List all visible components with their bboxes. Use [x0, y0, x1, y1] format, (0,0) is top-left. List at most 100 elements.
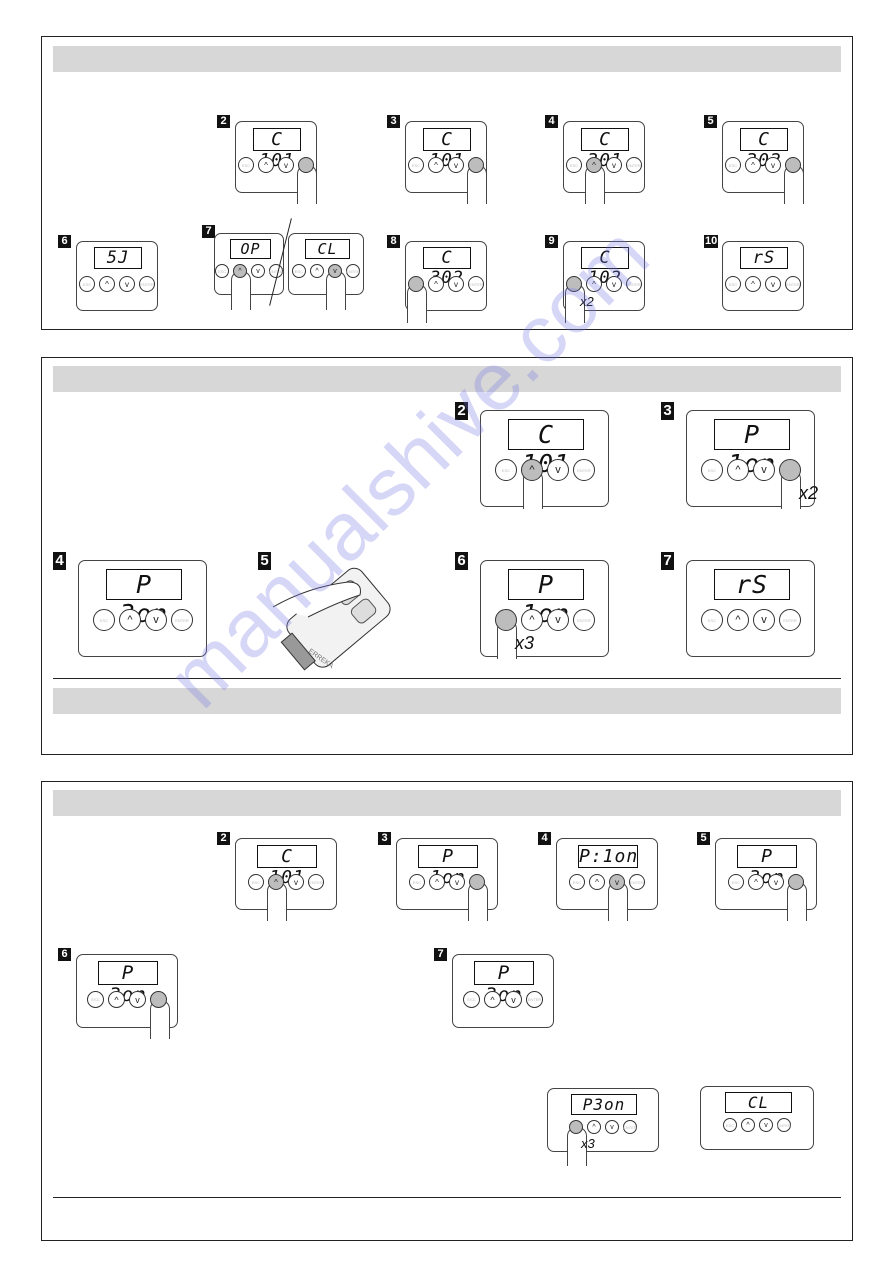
down-button[interactable]: v: [449, 874, 465, 890]
up-button[interactable]: ^: [589, 874, 605, 890]
esc-button[interactable]: ESC: [495, 609, 517, 631]
up-button[interactable]: ^: [428, 157, 444, 173]
enter-button[interactable]: ENTER: [629, 874, 645, 890]
up-button[interactable]: ^: [99, 276, 115, 292]
enter-button[interactable]: ENTER: [785, 157, 801, 173]
enter-button[interactable]: ENTER: [573, 609, 595, 631]
enter-button[interactable]: ENTER: [171, 609, 193, 631]
enter-button[interactable]: ENTER: [139, 276, 155, 292]
down-button[interactable]: v: [606, 157, 622, 173]
up-button[interactable]: ^: [587, 1120, 601, 1134]
up-button[interactable]: ^: [429, 874, 445, 890]
down-button[interactable]: v: [606, 276, 622, 292]
up-button[interactable]: ^: [521, 609, 543, 631]
enter-button[interactable]: ENTER: [346, 264, 360, 278]
button-row: ESC ^ v ENTER: [93, 609, 193, 631]
enter-button[interactable]: ENTER: [308, 874, 324, 890]
up-button[interactable]: ^: [745, 157, 761, 173]
enter-button[interactable]: ENTER: [788, 874, 804, 890]
up-button[interactable]: ^: [727, 459, 749, 481]
enter-button[interactable]: ENTER: [623, 1120, 637, 1134]
esc-button[interactable]: ESC: [495, 459, 517, 481]
lcd-display: CL: [725, 1092, 792, 1113]
up-button[interactable]: ^: [745, 276, 761, 292]
up-button[interactable]: ^: [428, 276, 444, 292]
esc-button[interactable]: ESC: [79, 276, 95, 292]
up-button[interactable]: ^: [233, 264, 247, 278]
section-3-divider: [53, 1197, 841, 1198]
esc-button[interactable]: ESC: [701, 609, 723, 631]
enter-button[interactable]: ENTER: [469, 874, 485, 890]
enter-button[interactable]: ENTER: [779, 609, 801, 631]
enter-button[interactable]: ENTER: [150, 991, 167, 1008]
enter-button[interactable]: ENTER: [777, 1118, 791, 1132]
up-button[interactable]: ^: [108, 991, 125, 1008]
down-button[interactable]: v: [609, 874, 625, 890]
down-button[interactable]: v: [288, 874, 304, 890]
down-button[interactable]: v: [129, 991, 146, 1008]
button-row: ESC ^ v ENTER: [723, 1118, 791, 1132]
down-button[interactable]: v: [768, 874, 784, 890]
esc-button[interactable]: ESC: [723, 1118, 737, 1132]
down-button[interactable]: v: [605, 1120, 619, 1134]
up-button[interactable]: ^: [586, 276, 602, 292]
enter-button[interactable]: ENTER: [626, 157, 642, 173]
esc-button[interactable]: ESC: [463, 991, 480, 1008]
down-button[interactable]: v: [278, 157, 294, 173]
esc-button[interactable]: ESC: [569, 1120, 583, 1134]
up-button[interactable]: ^: [586, 157, 602, 173]
down-button[interactable]: v: [448, 157, 464, 173]
enter-button[interactable]: ENTER: [468, 276, 484, 292]
esc-button[interactable]: ESC: [215, 264, 229, 278]
esc-button[interactable]: ESC: [93, 609, 115, 631]
up-button[interactable]: ^: [310, 264, 324, 278]
esc-button[interactable]: ESC: [248, 874, 264, 890]
enter-button[interactable]: ENTER: [626, 276, 642, 292]
esc-button[interactable]: ESC: [87, 991, 104, 1008]
enter-button[interactable]: ENTER: [526, 991, 543, 1008]
esc-button[interactable]: ESC: [701, 459, 723, 481]
down-button[interactable]: v: [547, 609, 569, 631]
enter-button[interactable]: ENTER: [573, 459, 595, 481]
down-button[interactable]: v: [251, 264, 265, 278]
esc-button[interactable]: ESC: [725, 276, 741, 292]
down-button[interactable]: v: [759, 1118, 773, 1132]
down-button[interactable]: v: [448, 276, 464, 292]
esc-button[interactable]: ESC: [292, 264, 306, 278]
down-button[interactable]: v: [328, 264, 342, 278]
esc-button[interactable]: ESC: [566, 276, 582, 292]
lcd-display: P 3on: [106, 569, 182, 628]
down-button[interactable]: v: [765, 276, 781, 292]
up-button[interactable]: ^: [741, 1118, 755, 1132]
up-button[interactable]: ^: [484, 991, 501, 1008]
step-number-badge: 5: [697, 832, 710, 845]
esc-button[interactable]: ESC: [725, 157, 741, 173]
down-button[interactable]: v: [145, 609, 167, 631]
enter-button[interactable]: ENTER: [785, 276, 801, 292]
esc-button[interactable]: ESC: [408, 276, 424, 292]
esc-button[interactable]: ESC: [569, 874, 585, 890]
up-button[interactable]: ^: [748, 874, 764, 890]
esc-button[interactable]: ESC: [238, 157, 254, 173]
up-button[interactable]: ^: [119, 609, 141, 631]
enter-button[interactable]: ENTER: [298, 157, 314, 173]
step-2: 2 C 101 ESC ^ v ENTER: [217, 832, 355, 932]
down-button[interactable]: v: [753, 459, 775, 481]
esc-button[interactable]: ESC: [409, 874, 425, 890]
enter-button[interactable]: ENTER: [468, 157, 484, 173]
button-row: ESC ^ v ENTER: [409, 874, 485, 890]
down-button[interactable]: v: [547, 459, 569, 481]
up-button[interactable]: ^: [727, 609, 749, 631]
step-6: 6P 1on ESC ^ v ENTER x3: [455, 552, 627, 677]
esc-button[interactable]: ESC: [408, 157, 424, 173]
esc-button[interactable]: ESC: [728, 874, 744, 890]
down-button[interactable]: v: [765, 157, 781, 173]
down-button[interactable]: v: [753, 609, 775, 631]
enter-button[interactable]: ENTER: [779, 459, 801, 481]
down-button[interactable]: v: [505, 991, 522, 1008]
up-button[interactable]: ^: [258, 157, 274, 173]
up-button[interactable]: ^: [268, 874, 284, 890]
up-button[interactable]: ^: [521, 459, 543, 481]
down-button[interactable]: v: [119, 276, 135, 292]
esc-button[interactable]: ESC: [566, 157, 582, 173]
